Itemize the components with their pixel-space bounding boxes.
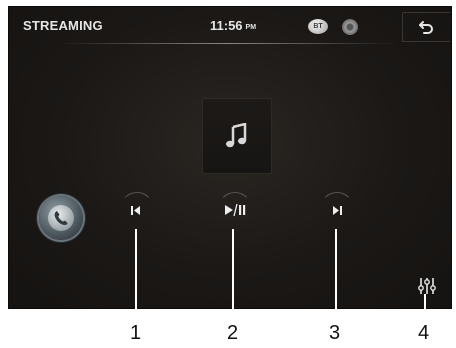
phone-icon bbox=[54, 211, 68, 225]
callout-line-4 bbox=[424, 294, 426, 323]
skip-next-icon bbox=[333, 206, 342, 215]
header-divider bbox=[57, 43, 397, 44]
clock-ampm: PM bbox=[245, 24, 257, 31]
phone-button[interactable] bbox=[39, 196, 83, 240]
music-note-icon bbox=[226, 123, 247, 148]
back-arrow-icon bbox=[419, 21, 433, 34]
callout-line-1 bbox=[135, 229, 137, 323]
callout-number-1: 1 bbox=[130, 322, 142, 344]
album-art bbox=[202, 98, 272, 174]
phone-button-face bbox=[48, 205, 74, 231]
callout-number-3: 3 bbox=[329, 322, 341, 344]
clock: 11:56 PM bbox=[210, 18, 256, 33]
top-bar: STREAMING 11:56 PM BT bbox=[9, 7, 451, 43]
back-button[interactable] bbox=[402, 12, 450, 42]
play-pause-button[interactable] bbox=[218, 192, 252, 226]
bluetooth-badge-icon: BT bbox=[308, 19, 328, 34]
disc-icon bbox=[342, 19, 358, 35]
skip-previous-icon bbox=[131, 206, 140, 215]
clock-time: 11:56 bbox=[210, 18, 243, 33]
callout-number-4: 4 bbox=[418, 322, 430, 344]
previous-button[interactable] bbox=[120, 192, 154, 226]
play-pause-icon bbox=[225, 204, 246, 216]
next-button[interactable] bbox=[320, 192, 354, 226]
equalizer-icon[interactable] bbox=[418, 277, 436, 295]
callout-line-3 bbox=[335, 229, 337, 323]
head-unit-screen: STREAMING 11:56 PM BT bbox=[8, 6, 452, 309]
callout-number-2: 2 bbox=[227, 322, 239, 344]
source-title: STREAMING bbox=[23, 18, 103, 33]
callout-line-2 bbox=[232, 229, 234, 323]
